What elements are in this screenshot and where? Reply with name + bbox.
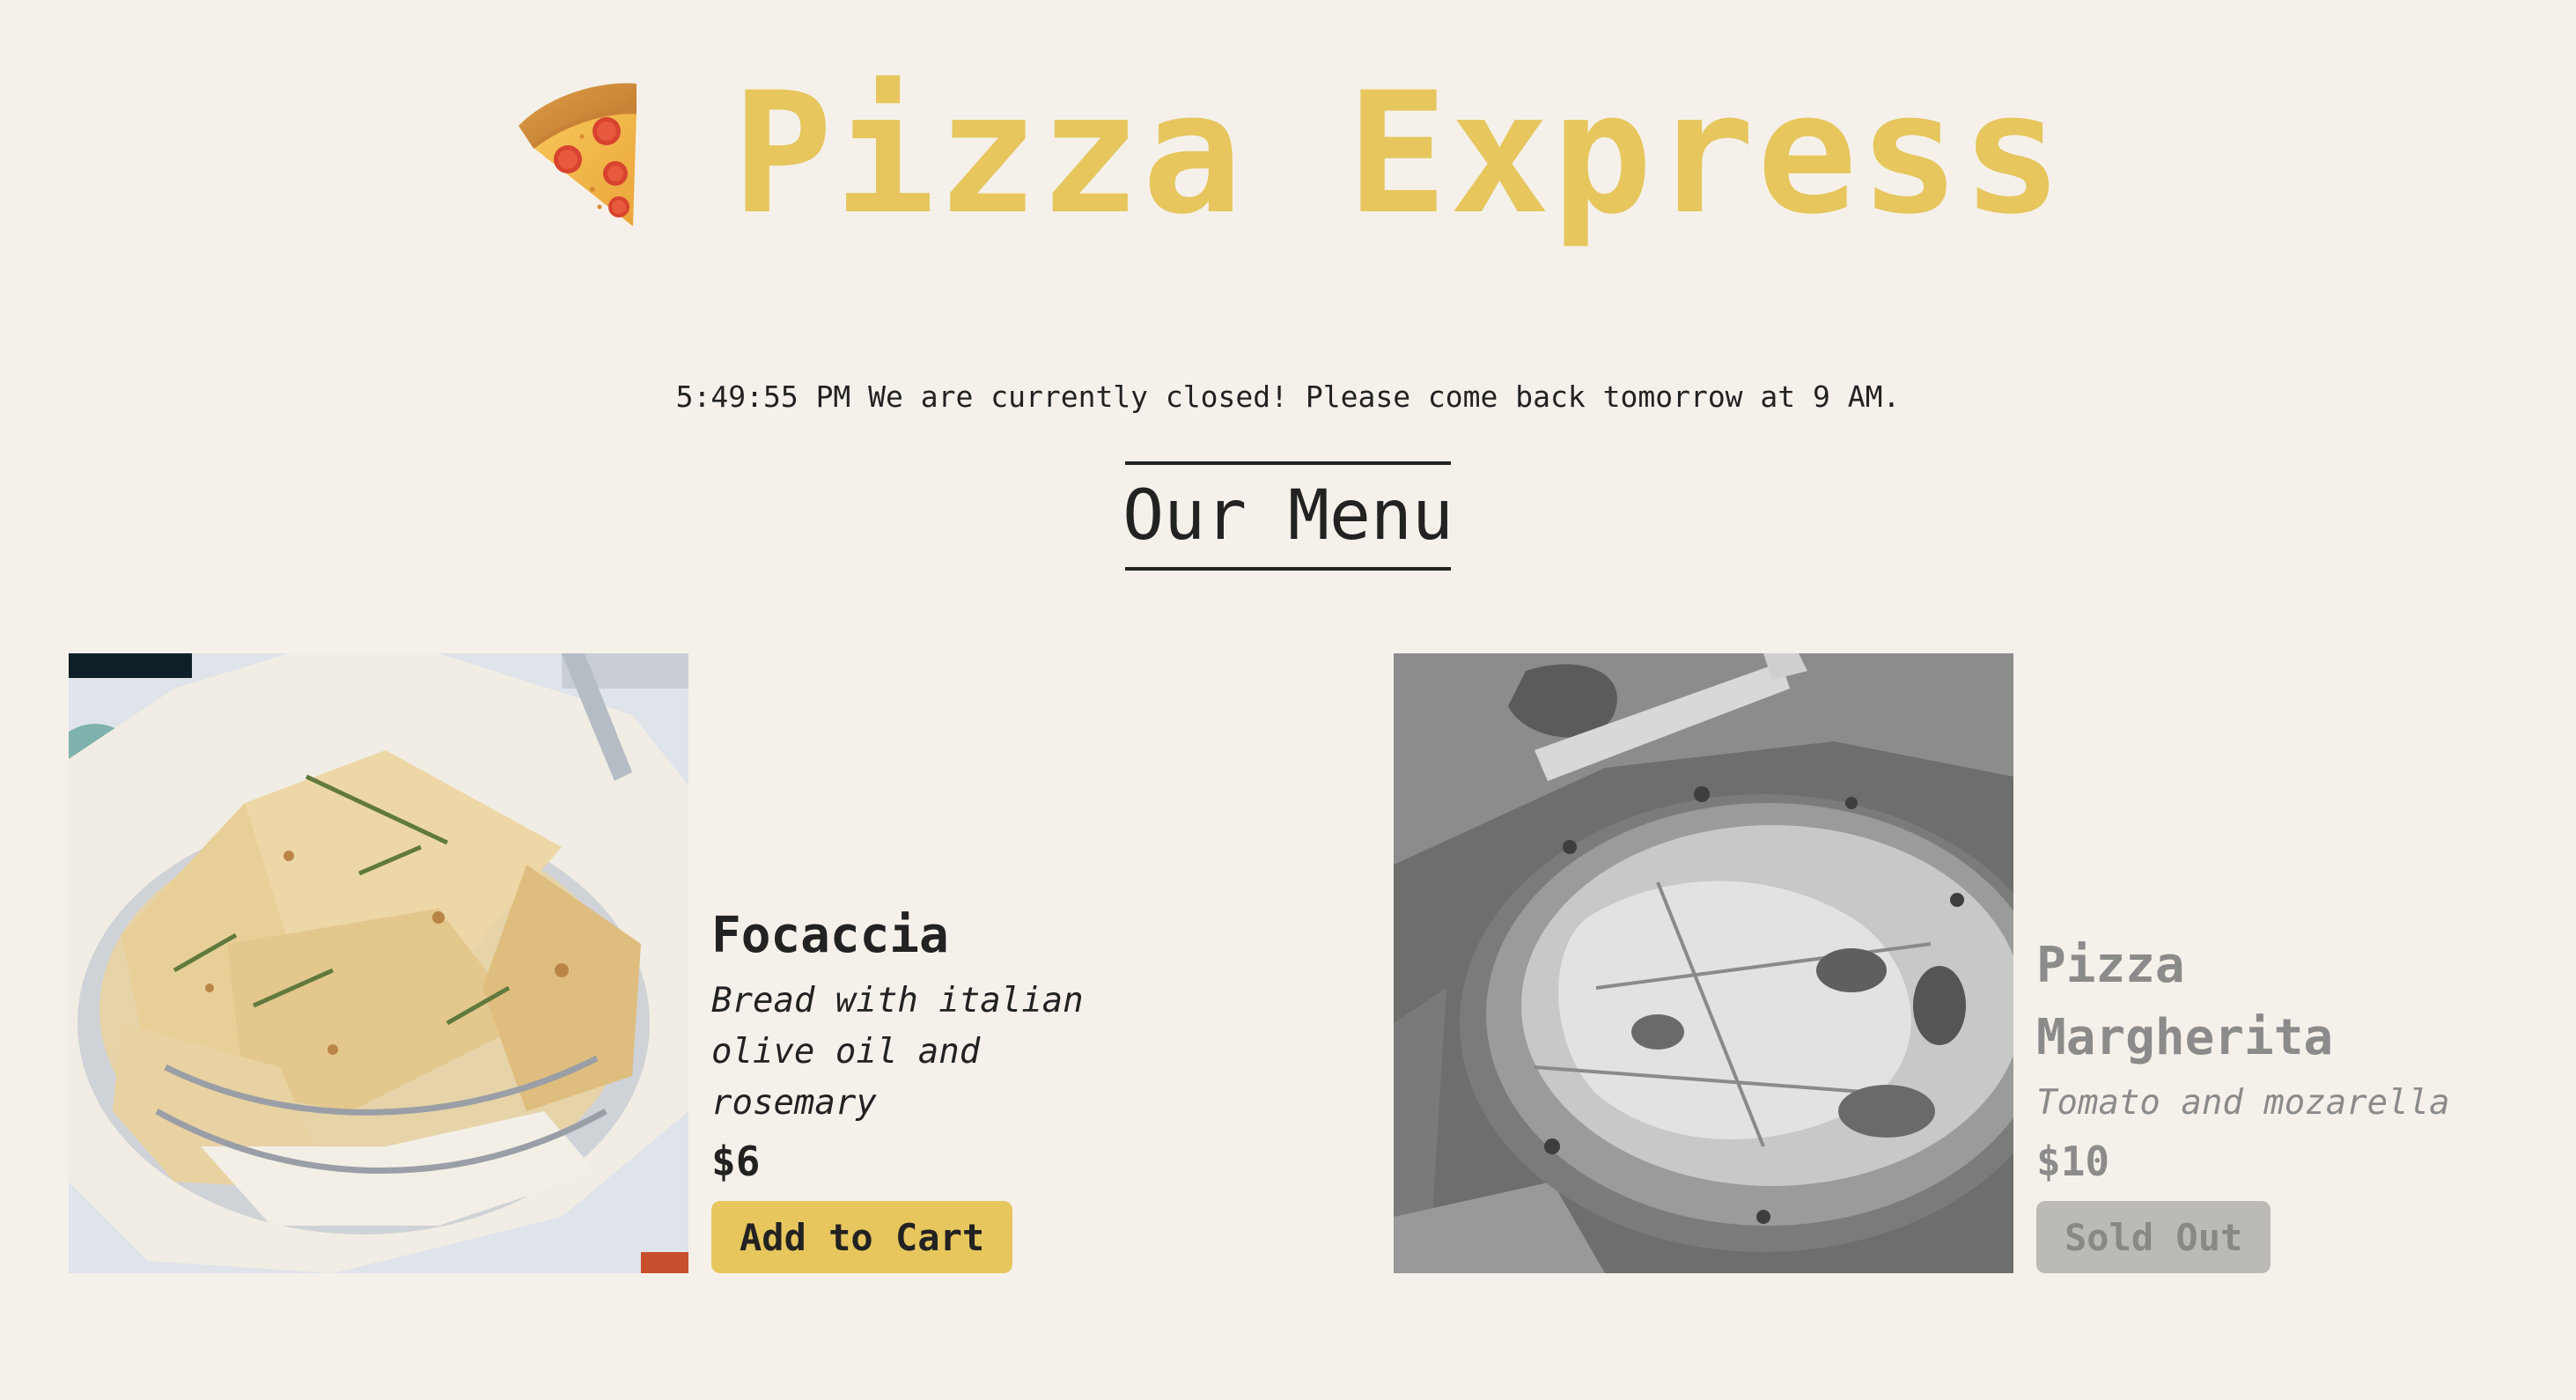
menu-item-price: $6 [711, 1138, 761, 1185]
menu-item-pizza-margherita: Pizza Margherita Tomato and mozarella $1… [1394, 653, 2477, 1273]
menu-item-description: Bread with italian olive oil and rosemar… [711, 981, 1084, 1123]
menu-item-info: Focaccia Bread with italian olive oil an… [711, 900, 1090, 1273]
site-header: Pizza Express [0, 70, 2576, 238]
pizza-slice-icon [519, 83, 637, 226]
menu-item-info: Pizza Margherita Tomato and mozarella $1… [2036, 930, 2477, 1273]
menu-item-name: Focaccia [711, 907, 949, 964]
add-to-cart-button[interactable]: Add to Cart [711, 1201, 1013, 1273]
menu-item-name: Pizza Margherita [2036, 937, 2334, 1066]
sold-out-button: Sold Out [2036, 1201, 2271, 1273]
pizza-margherita-photo [1394, 653, 2013, 1273]
menu-item-price: $10 [2036, 1138, 2110, 1185]
site-title: Pizza Express [732, 56, 2064, 251]
menu-heading-text: Our Menu [1122, 476, 1454, 556]
menu-item-focaccia: Focaccia Bread with italian olive oil an… [69, 653, 1090, 1273]
menu-item-description: Tomato and mozarella [2036, 1083, 2450, 1123]
menu-heading: Our Menu [1122, 461, 1454, 571]
focaccia-photo [69, 653, 688, 1273]
store-status-message: 5:49:55 PM We are currently closed! Plea… [675, 379, 1901, 414]
